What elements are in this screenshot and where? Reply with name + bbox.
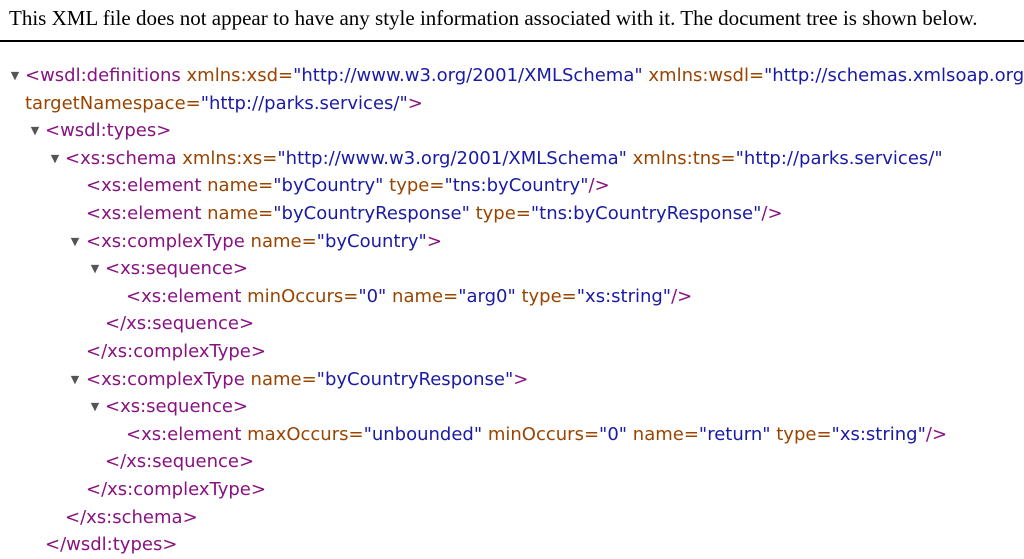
attribute-value: "http://parks.services/": [200, 92, 408, 114]
xml-node-xs-sequence-close: </xs:sequence>: [0, 448, 1024, 476]
attribute-name: type=: [770, 423, 832, 445]
xml-no-style-notice: This XML file does not appear to have an…: [0, 0, 1024, 42]
tag-name: </xs:sequence>: [105, 451, 255, 473]
collapse-triangle-icon[interactable]: ▼: [69, 366, 81, 394]
attribute-name: name=: [201, 175, 274, 197]
tag-name: <xs:schema: [65, 147, 177, 169]
notice-text: This XML file does not appear to have an…: [9, 6, 978, 30]
attribute-value: "byCountry": [316, 230, 427, 252]
attribute-name: type=: [469, 202, 531, 224]
attribute-name: name=: [244, 230, 317, 252]
attribute-value: "0": [599, 423, 628, 445]
xml-node-xs-sequence-close: </xs:sequence>: [0, 310, 1024, 338]
xml-document-tree: ▼ <wsdl:definitions xmlns:xsd="http://ww…: [0, 62, 1024, 559]
xml-node-xs-element-bycountry: <xs:element name="byCountry" type="tns:b…: [0, 172, 1024, 200]
xml-node-xs-complextype-close: </xs:complexType>: [0, 338, 1024, 366]
attribute-value: "tns:byCountryResponse": [530, 202, 762, 224]
tag-name: </xs:complexType>: [86, 340, 266, 362]
tag-name: </xs:schema>: [65, 506, 198, 528]
xml-node-xs-schema-open: ▼ <xs:schema xmlns:xs="http://www.w3.org…: [0, 145, 1024, 173]
attribute-name: xmlns:xsd=: [180, 65, 294, 86]
collapse-triangle-icon[interactable]: ▼: [49, 145, 61, 173]
attribute-value: "byCountryResponse": [316, 368, 514, 390]
collapse-triangle-icon[interactable]: ▼: [9, 62, 21, 90]
tag-bracket: />: [925, 423, 948, 445]
attribute-name: type=: [383, 175, 445, 197]
attribute-value: "arg0": [458, 285, 516, 307]
attribute-name: xmlns:xs=: [176, 147, 278, 169]
xml-node-xs-complextype-close: </xs:complexType>: [0, 476, 1024, 504]
attribute-value: "http://parks.services/": [735, 147, 943, 169]
tag-name: <xs:element: [86, 175, 202, 197]
attribute-name: name=: [244, 368, 317, 390]
xml-node-xs-schema-close: </xs:schema>: [0, 504, 1024, 532]
xml-node-wsdl-types-close: </wsdl:types>: [0, 531, 1024, 559]
attribute-name: minOccurs=: [241, 285, 359, 307]
attribute-name: name=: [386, 285, 459, 307]
xml-node-wsdl-types-open: ▼ <wsdl:types>: [0, 117, 1024, 145]
xml-node-xs-element-bycountryresponse: <xs:element name="byCountryResponse" typ…: [0, 200, 1024, 228]
tag-bracket: >: [513, 368, 529, 390]
attribute-value: "tns:byCountry": [444, 175, 589, 197]
tag-name: <xs:sequence>: [105, 396, 248, 418]
attribute-value: "http://www.w3.org/2001/XMLSchema": [277, 147, 627, 169]
collapse-triangle-icon[interactable]: ▼: [29, 117, 41, 145]
attribute-value: "0": [358, 285, 387, 307]
attribute-name: xmlns:wsdl=: [642, 65, 765, 86]
tag-name: <wsdl:definitions: [25, 65, 181, 86]
attribute-value: "return": [698, 423, 771, 445]
attribute-name: minOccurs=: [482, 423, 600, 445]
tag-bracket: />: [588, 175, 610, 197]
tag-bracket: >: [426, 230, 442, 252]
tag-bracket: />: [671, 285, 693, 307]
xml-node-xs-complextype-bycountry-open: ▼ <xs:complexType name="byCountry">: [0, 228, 1024, 256]
xml-node-xs-sequence-open: ▼ <xs:sequence>: [0, 393, 1024, 421]
tag-name: <xs:complexType: [86, 368, 245, 390]
collapse-triangle-icon[interactable]: ▼: [89, 255, 101, 283]
tag-name: <wsdl:types>: [45, 120, 172, 142]
attribute-value: "http://schemas.xmlsoap.org/wsdl/": [764, 65, 1024, 86]
tag-name: </xs:complexType>: [86, 478, 266, 500]
collapse-triangle-icon[interactable]: ▼: [89, 393, 101, 421]
tag-name: <xs:sequence>: [105, 258, 248, 280]
xml-node-wsdl-definitions-attrs: targetNamespace="http://parks.services/"…: [0, 90, 1024, 118]
attribute-name: name=: [627, 423, 699, 445]
xml-node-xs-sequence-open: ▼ <xs:sequence>: [0, 255, 1024, 283]
tag-name: <xs:element: [126, 285, 242, 307]
attribute-value: "http://www.w3.org/2001/XMLSchema": [293, 65, 643, 86]
attribute-value: "byCountry": [273, 175, 384, 197]
xml-node-xs-complextype-bycountryresponse-open: ▼ <xs:complexType name="byCountryRespons…: [0, 366, 1024, 394]
tag-name: <xs:element: [126, 423, 242, 445]
collapse-triangle-icon[interactable]: ▼: [69, 228, 81, 256]
tag-name: </xs:sequence>: [105, 313, 255, 335]
tag-bracket: >: [407, 92, 423, 114]
attribute-name: xmlns:tns=: [626, 147, 736, 169]
tag-name: <xs:element: [86, 202, 202, 224]
attribute-name: type=: [515, 285, 577, 307]
attribute-name: maxOccurs=: [241, 423, 364, 445]
xml-node-wsdl-definitions-open: ▼ <wsdl:definitions xmlns:xsd="http://ww…: [0, 62, 1024, 90]
tag-bracket: />: [761, 202, 783, 224]
tag-name: </wsdl:types>: [45, 534, 178, 556]
attribute-value: "unbounded": [363, 423, 483, 445]
attribute-value: "xs:string": [831, 423, 926, 445]
attribute-value: "byCountryResponse": [273, 202, 470, 224]
xml-node-xs-element-return: <xs:element maxOccurs="unbounded" minOcc…: [0, 421, 1024, 449]
attribute-name: name=: [201, 202, 274, 224]
attribute-value: "xs:string": [576, 285, 672, 307]
xml-node-xs-element-arg0: <xs:element minOccurs="0" name="arg0" ty…: [0, 283, 1024, 311]
attribute-name: targetNamespace=: [25, 92, 201, 114]
tag-name: <xs:complexType: [86, 230, 245, 252]
